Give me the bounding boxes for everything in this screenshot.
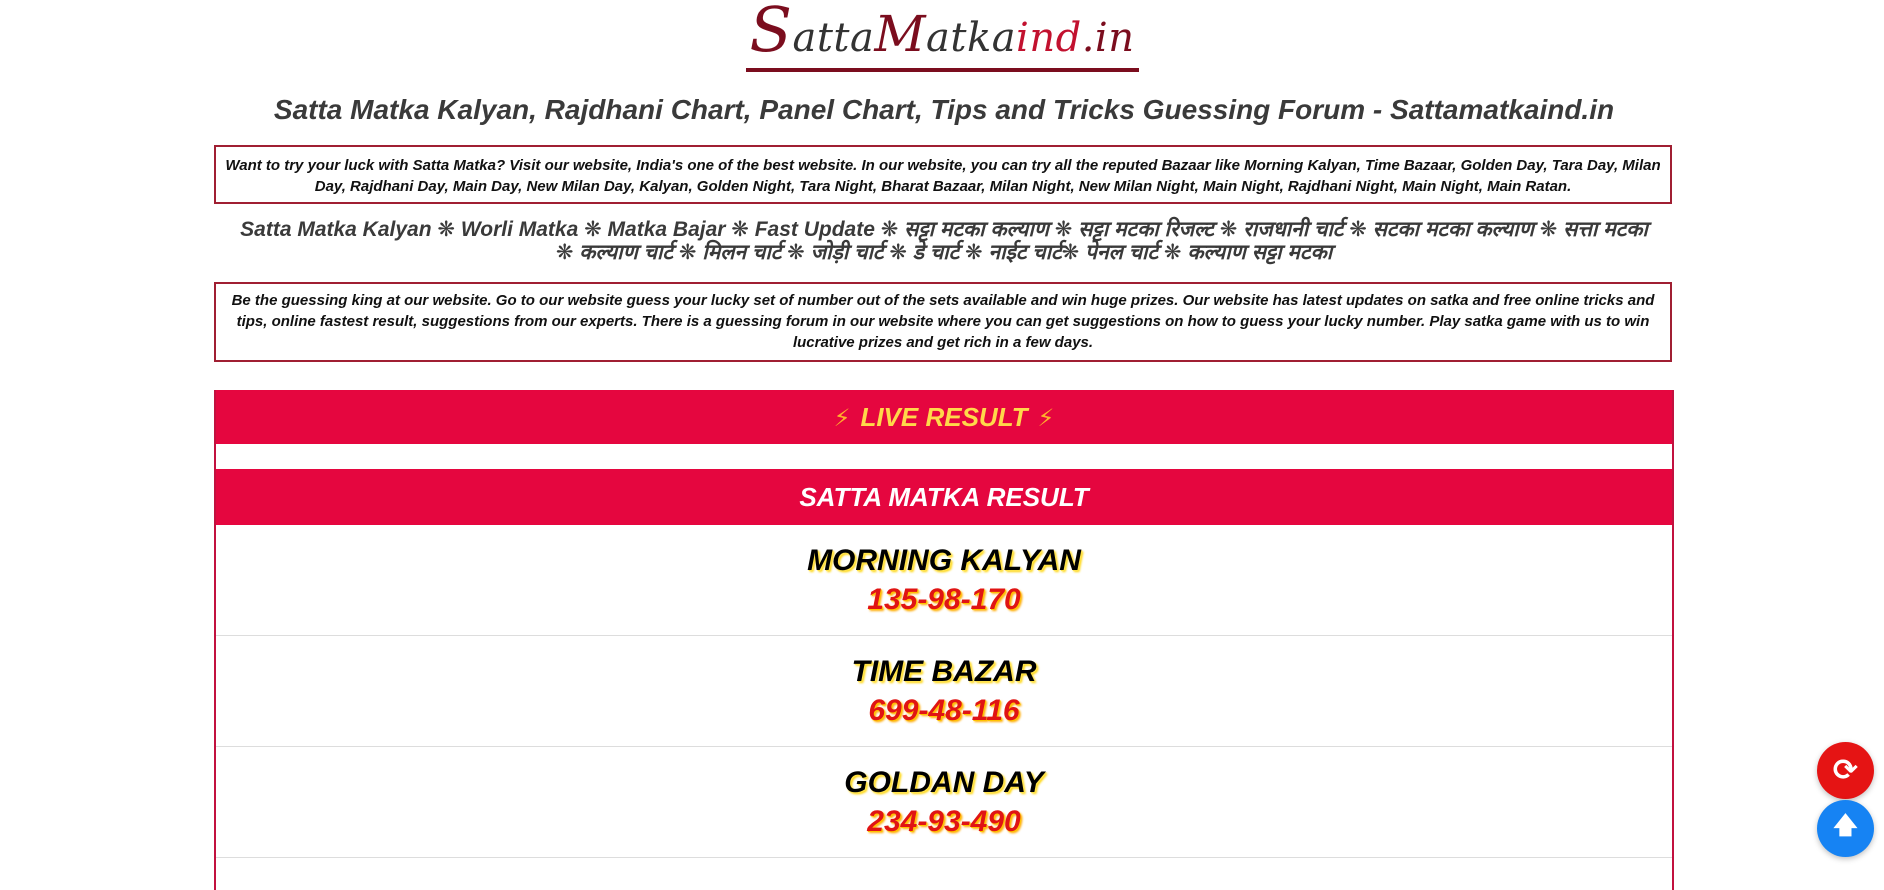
market-name: TIME BAZAR [851,655,1037,688]
live-result-bar: ⚡ LIVE RESULT ⚡ [216,390,1672,444]
refresh-icon: ⟳ [1832,754,1859,787]
market-name: GOLDAN DAY [844,766,1044,799]
market-item: MORNING KALYAN 135-98-170 [216,525,1672,636]
market-item: TIME BAZAR 699-48-116 [216,636,1672,747]
market-result: 234-93-490 [867,805,1021,838]
logo-part-atta: atta [792,15,875,61]
bolt-icon: ⚡ [1037,405,1055,432]
keywords-line: Satta Matka Kalyan ❋ Worli Matka ❋ Matka… [240,218,1648,264]
logo-letter-s: S [749,0,793,66]
site-logo[interactable]: SattaMatkaind.in [0,0,1884,72]
guess-text: Be the guessing king at our website. Go … [231,292,1655,351]
live-result-label: LIVE RESULT [860,402,1028,432]
satta-matka-result-header: SATTA MATKA RESULT [216,469,1672,525]
results-panel: ⚡ LIVE RESULT ⚡ SATTA MATKA RESULT MORNING… [214,390,1674,890]
market-item: GOLDAN DAY 234-93-490 [216,747,1672,858]
market-result: 135-98-170 [867,583,1021,616]
scroll-top-button[interactable]: 🡅 [1817,800,1874,857]
intro-box: Want to try your luck with Satta Matka? … [214,145,1672,204]
intro-text: Want to try your luck with Satta Matka? … [225,157,1661,195]
logo-part-atka: atka [926,15,1017,61]
refresh-button[interactable]: ⟳ [1817,742,1874,799]
page-title: Satta Matka Kalyan, Rajdhani Chart, Pane… [273,94,1615,125]
logo-part-ind: ind [1016,15,1082,61]
live-result-area [216,444,1672,469]
bolt-icon: ⚡ [833,405,851,432]
guess-box: Be the guessing king at our website. Go … [214,282,1672,362]
logo-part-domain: .in [1081,15,1135,61]
logo-letter-m: M [874,5,927,63]
logo-text: SattaMatkaind.in [745,0,1139,72]
market-name: MORNING KALYAN [807,544,1081,577]
market-result: 699-48-116 [868,694,1020,727]
arrow-up-icon: 🡅 [1833,812,1858,839]
